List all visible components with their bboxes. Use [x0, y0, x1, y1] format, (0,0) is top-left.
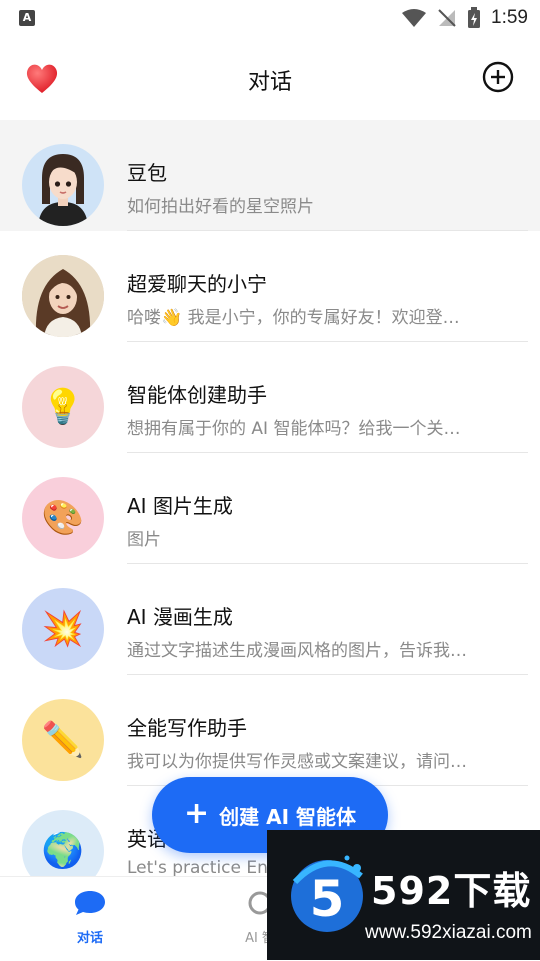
page-title: 对话 — [247, 70, 292, 95]
woman-avatar-icon — [22, 255, 104, 337]
chat-preview: 我可以为你提供写作灵感或文案建议，请问… — [127, 752, 467, 772]
chat-item-xiaoning[interactable]: 超爱聊天的小宁 哈喽👋 我是小宁，你的专属好友！欢迎登… — [0, 231, 540, 342]
chat-title: AI 图片生成 — [127, 494, 233, 518]
pencil-icon: ✏️ — [22, 699, 104, 781]
chat-item-writing-assistant[interactable]: ✏️ 全能写作助手 我可以为你提供写作灵感或文案建议，请问… — [0, 675, 540, 786]
chat-preview: 通过文字描述生成漫画风格的图片，告诉我… — [127, 641, 467, 661]
doubao-avatar — [22, 144, 104, 226]
tab-chat[interactable]: 对话 — [45, 889, 135, 946]
chat-preview: 如何拍出好看的星空照片 — [127, 197, 314, 217]
chat-item-comic-gen[interactable]: 💥 AI 漫画生成 通过文字描述生成漫画风格的图片，告诉我… — [0, 564, 540, 675]
plus-icon: + — [184, 795, 210, 831]
tab-chat-label: 对话 — [76, 931, 103, 946]
wifi-icon — [402, 9, 427, 27]
watermark-brand: 592下载 — [371, 869, 532, 913]
svg-text:5: 5 — [310, 870, 345, 928]
chat-item-agent-creator[interactable]: 💡 智能体创建助手 想拥有属于你的 AI 智能体吗？给我一个关… — [0, 342, 540, 453]
battery-charging-icon — [468, 7, 481, 28]
status-bar: A 1:59 — [0, 0, 540, 36]
chat-item-image-gen[interactable]: 🎨 AI 图片生成 图片 — [0, 453, 540, 564]
globe-icon: 🌍 — [22, 810, 104, 876]
chat-title: 超爱聊天的小宁 — [127, 272, 267, 296]
app-header: 对话 — [0, 36, 540, 120]
status-icons: 1:59 — [401, 4, 528, 32]
chat-bubble-icon — [75, 891, 105, 915]
palette-icon: 🎨 — [22, 477, 104, 559]
chat-preview: 想拥有属于你的 AI 智能体吗？给我一个关… — [127, 419, 461, 439]
chat-title: 智能体创建助手 — [127, 383, 267, 407]
girl-avatar-icon — [38, 154, 88, 226]
chat-title: AI 漫画生成 — [127, 605, 233, 629]
no-signal-icon — [438, 9, 456, 27]
chat-list: 豆包 如何拍出好看的星空照片 超爱聊天的小宁 哈喽👋 我是小宁，你的专属好友！欢… — [0, 120, 540, 876]
chat-title: 全能写作助手 — [127, 716, 247, 740]
watermark-logo-icon: 5 — [291, 855, 363, 932]
clock: 1:59 — [491, 7, 528, 28]
watermark: 5 592下载 www.592xiazai.com — [267, 830, 540, 960]
chat-preview: 哈喽👋 我是小宁，你的专属好友！欢迎登… — [127, 308, 460, 328]
chat-preview: 图片 — [127, 530, 161, 550]
explosion-icon: 💥 — [22, 588, 104, 670]
create-agent-label: 创建 AI 智能体 — [219, 804, 356, 829]
xiaoning-avatar — [22, 255, 104, 337]
app-notification-icon: A — [19, 10, 35, 26]
lightbulb-icon: 💡 — [22, 366, 104, 448]
watermark-url: www.592xiazai.com — [365, 922, 532, 943]
chat-title: 豆包 — [127, 161, 167, 185]
add-chat-button[interactable] — [482, 61, 514, 93]
chat-item-doubao[interactable]: 豆包 如何拍出好看的星空照片 — [0, 120, 540, 231]
